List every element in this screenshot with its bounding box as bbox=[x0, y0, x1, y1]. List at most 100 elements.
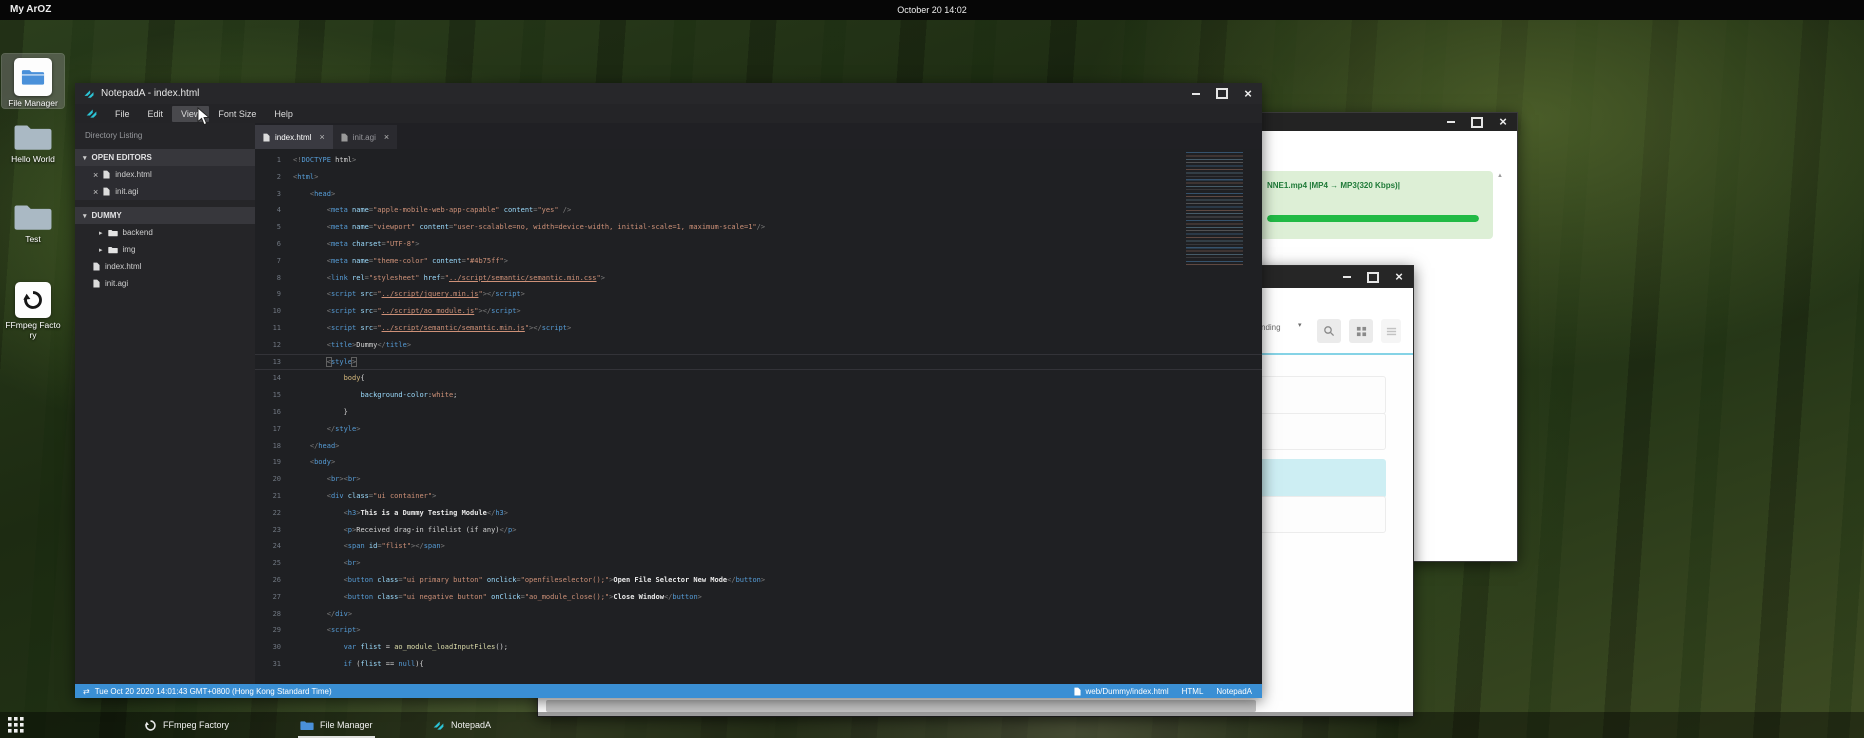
dropdown-caret-icon: ▾ bbox=[1298, 321, 1302, 329]
line-number: 22 bbox=[255, 505, 281, 522]
file-icon bbox=[341, 133, 348, 142]
code-line[interactable]: 2<html> bbox=[255, 169, 1262, 186]
code-line[interactable]: 15 background-color:white; bbox=[255, 387, 1262, 404]
menu-edit[interactable]: Edit bbox=[139, 106, 173, 122]
code-line[interactable]: 27 <button class="ui negative button" on… bbox=[255, 589, 1262, 606]
code-line[interactable]: 31 if (flist == null){ bbox=[255, 656, 1262, 673]
tab-index-html[interactable]: index.html × bbox=[255, 125, 333, 149]
close-file-icon[interactable]: × bbox=[93, 188, 98, 196]
taskbar-item-file-manager[interactable]: File Manager bbox=[296, 712, 377, 738]
code-line[interactable]: 16 } bbox=[255, 404, 1262, 421]
line-number: 19 bbox=[255, 454, 281, 471]
menu-bar: File Edit View Font Size Help bbox=[75, 104, 1262, 123]
code-line[interactable]: 13 <style> bbox=[255, 354, 1262, 371]
code-line[interactable]: 22 <h3>This is a Dummy Testing Module</h… bbox=[255, 505, 1262, 522]
minimize-button[interactable] bbox=[1445, 116, 1457, 128]
code-line[interactable]: 14 body{ bbox=[255, 370, 1262, 387]
code-line[interactable]: 10 <script src="../script/ao_module.js">… bbox=[255, 303, 1262, 320]
menu-file[interactable]: File bbox=[106, 106, 139, 122]
section-dummy-folder[interactable]: ▾ DUMMY bbox=[75, 207, 255, 224]
code-line[interactable]: 17 </style> bbox=[255, 421, 1262, 438]
code-line[interactable]: 25 <br> bbox=[255, 555, 1262, 572]
tab-close-icon[interactable]: × bbox=[319, 132, 324, 142]
minimize-button[interactable] bbox=[1190, 88, 1202, 100]
code-line[interactable]: 9 <script src="../script/jquery.min.js">… bbox=[255, 286, 1262, 303]
code-line[interactable]: 12 <title>Dummy</title> bbox=[255, 337, 1262, 354]
desktop-icon-ffmpeg-factory[interactable]: FFmpeg Factory bbox=[2, 278, 64, 340]
line-number: 27 bbox=[255, 589, 281, 606]
maximize-button[interactable] bbox=[1367, 271, 1379, 283]
line-number: 18 bbox=[255, 438, 281, 455]
conversion-progress-bar bbox=[1267, 215, 1479, 222]
open-editor-init-agi[interactable]: × init.agi bbox=[75, 183, 255, 200]
menu-view[interactable]: View bbox=[172, 106, 209, 122]
tree-item-img[interactable]: ▸ img bbox=[75, 241, 255, 258]
scroll-up-icon[interactable]: ▲ bbox=[1497, 173, 1503, 179]
caret-right-icon: ▸ bbox=[99, 229, 103, 237]
tree-item-backend[interactable]: ▸ backend bbox=[75, 224, 255, 241]
code-line[interactable]: 3 <head> bbox=[255, 186, 1262, 203]
statusbar-language: HTML bbox=[1182, 687, 1204, 696]
tab-label: init.agi bbox=[353, 133, 376, 142]
minimize-button[interactable] bbox=[1341, 271, 1353, 283]
folder-icon bbox=[108, 246, 118, 254]
tab-close-icon[interactable]: × bbox=[384, 132, 389, 142]
code-line[interactable]: 8 <link rel="stylesheet" href="../script… bbox=[255, 270, 1262, 287]
code-line[interactable]: 26 <button class="ui primary button" onc… bbox=[255, 572, 1262, 589]
desktop-icon-hello-world[interactable]: Hello World bbox=[2, 120, 64, 164]
tree-item-init-agi[interactable]: init.agi bbox=[75, 275, 255, 292]
code-line[interactable]: 20 <br><br> bbox=[255, 471, 1262, 488]
sort-dropdown[interactable]: nding bbox=[1261, 323, 1281, 332]
tree-item-index-html[interactable]: index.html bbox=[75, 258, 255, 275]
window-title: NotepadA - index.html bbox=[101, 88, 199, 99]
aroz-home-button[interactable]: My ArOZ bbox=[10, 4, 51, 15]
maximize-button[interactable] bbox=[1471, 116, 1483, 128]
tab-init-agi[interactable]: init.agi × bbox=[333, 125, 397, 149]
menu-font-size[interactable]: Font Size bbox=[209, 106, 265, 122]
code-line[interactable]: 30 var flist = ao_module_loadInputFiles(… bbox=[255, 639, 1262, 656]
menu-help[interactable]: Help bbox=[265, 106, 302, 122]
line-number: 13 bbox=[255, 354, 281, 371]
file-manager-footer-bar bbox=[546, 700, 1256, 712]
close-file-icon[interactable]: × bbox=[93, 171, 98, 179]
desktop-icon-test[interactable]: Test bbox=[2, 200, 64, 244]
list-view-button[interactable] bbox=[1381, 319, 1401, 343]
app-launcher-icon[interactable] bbox=[8, 717, 24, 733]
code-line[interactable]: 19 <body> bbox=[255, 454, 1262, 471]
open-editor-index-html[interactable]: × index.html bbox=[75, 166, 255, 183]
close-button[interactable]: × bbox=[1497, 116, 1509, 128]
close-button[interactable]: × bbox=[1393, 271, 1405, 283]
code-line[interactable]: 4 <meta name="apple-mobile-web-app-capab… bbox=[255, 202, 1262, 219]
line-number: 31 bbox=[255, 656, 281, 673]
desktop-icon-label: FFmpeg Factory bbox=[2, 320, 64, 340]
line-number: 6 bbox=[255, 236, 281, 253]
code-line[interactable]: 23 <p>Received drag-in filelist (if any)… bbox=[255, 522, 1262, 539]
taskbar-item-label: NotepadA bbox=[451, 720, 491, 730]
close-button[interactable]: × bbox=[1242, 88, 1254, 100]
file-name: init.agi bbox=[105, 279, 128, 288]
code-line[interactable]: 21 <div class="ui container"> bbox=[255, 488, 1262, 505]
code-editor[interactable]: 1<!DOCTYPE html>2<html>3 <head>4 <meta n… bbox=[255, 149, 1262, 684]
desktop-icon-file-manager[interactable]: File Manager bbox=[2, 54, 64, 108]
code-line[interactable]: 11 <script src="../script/semantic/seman… bbox=[255, 320, 1262, 337]
notepada-window: NotepadA - index.html × File Edit View F… bbox=[75, 83, 1262, 698]
code-line[interactable]: 1<!DOCTYPE html> bbox=[255, 152, 1262, 169]
minimap[interactable] bbox=[1186, 152, 1256, 267]
taskbar-item-ffmpeg-factory[interactable]: FFmpeg Factory bbox=[140, 712, 233, 738]
code-line[interactable]: 18 </head> bbox=[255, 438, 1262, 455]
taskbar-item-notepada[interactable]: NotepadA bbox=[428, 712, 495, 738]
line-number: 25 bbox=[255, 555, 281, 572]
search-button[interactable] bbox=[1317, 319, 1341, 343]
code-line[interactable]: 24 <span id="flist"></span> bbox=[255, 538, 1262, 555]
folder-icon bbox=[13, 202, 53, 232]
code-line[interactable]: 29 <script> bbox=[255, 622, 1262, 639]
grid-view-button[interactable] bbox=[1349, 319, 1373, 343]
code-line[interactable]: 6 <meta charset="UTF-8"> bbox=[255, 236, 1262, 253]
notepada-titlebar[interactable]: NotepadA - index.html × bbox=[75, 83, 1262, 104]
maximize-button[interactable] bbox=[1216, 88, 1228, 100]
code-line[interactable]: 7 <meta name="theme-color" content="#4b7… bbox=[255, 253, 1262, 270]
section-open-editors[interactable]: ▾ OPEN EDITORS bbox=[75, 149, 255, 166]
code-line[interactable]: 5 <meta name="viewport" content="user-sc… bbox=[255, 219, 1262, 236]
clock: October 20 14:02 bbox=[897, 5, 967, 15]
code-line[interactable]: 28 </div> bbox=[255, 606, 1262, 623]
